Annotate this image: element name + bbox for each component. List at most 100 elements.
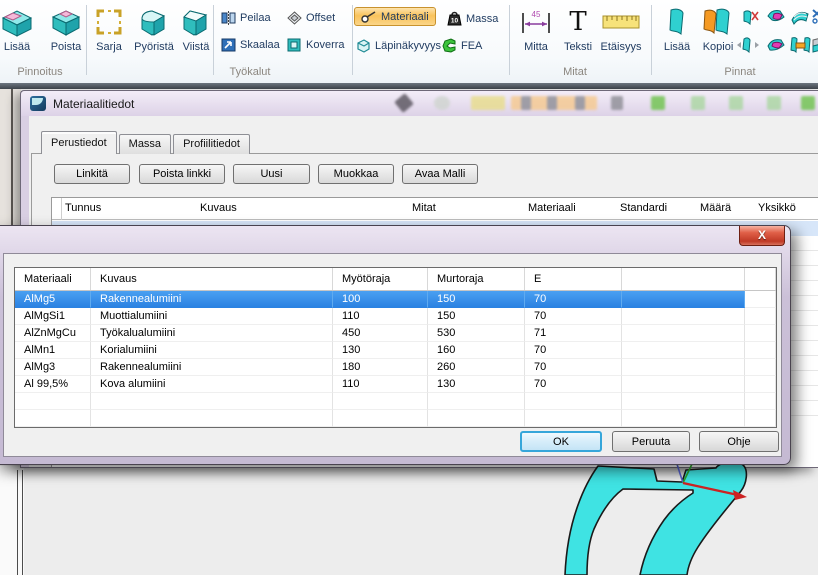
ribbon-button-surface-join[interactable] [790, 36, 812, 54]
ribbon-button-mitta[interactable]: 45 Mitta [516, 5, 556, 53]
column-header[interactable]: Kuvaus [91, 268, 333, 290]
material-row[interactable]: AlZnMgCuTyökalualumiini45053071 [15, 325, 776, 342]
poista-linkki-button[interactable]: Poista linkki [139, 164, 225, 184]
material-select-dialog: X MateriaaliKuvausMyötörajaMurtorajaEAlM… [0, 225, 791, 465]
ribbon-button-kopioi[interactable]: Kopioi [698, 5, 738, 53]
material-cell [622, 291, 745, 308]
row-selector-column [52, 198, 62, 220]
ribbon-button-koverra[interactable]: Koverra [287, 38, 345, 52]
tab-massa[interactable]: Massa [119, 134, 171, 154]
ribbon-button-skaalaa[interactable]: Skaalaa [221, 38, 280, 52]
ribbon-button-massa[interactable]: 10 Massa [447, 11, 498, 26]
tab-bar: Perustiedot Massa Profiilitiedot [41, 132, 252, 154]
column-header[interactable]: Standardi [620, 202, 667, 214]
ribbon-button-offset[interactable]: Offset [287, 11, 335, 25]
add-surface-icon [660, 5, 694, 39]
ribbon-button-lisaa-pinnat[interactable]: Lisää [660, 5, 694, 53]
column-header-blank[interactable] [745, 268, 776, 290]
ribbon-button-lisaa-pinnoitus[interactable]: Lisää [0, 5, 44, 53]
material-cell [91, 410, 333, 427]
ribbon-separator [651, 5, 652, 75]
ribbon-button-peilaa[interactable]: Peilaa [221, 11, 271, 25]
fillet-icon [131, 5, 177, 39]
material-cell: 260 [428, 359, 525, 376]
ribbon-button-pyorista[interactable]: Pyöristä [131, 5, 177, 53]
material-cell [745, 359, 776, 376]
tab-profiilitiedot[interactable]: Profiilitiedot [173, 134, 250, 154]
add-coating-icon [0, 5, 44, 39]
tab-perustiedot[interactable]: Perustiedot [41, 131, 117, 154]
material-row[interactable]: Al 99,5%Kova alumiini11013070 [15, 376, 776, 393]
cad-model-view[interactable] [540, 459, 818, 575]
peruuta-button[interactable]: Peruuta [612, 431, 690, 452]
uusi-button[interactable]: Uusi [233, 164, 310, 184]
material-row[interactable] [15, 393, 776, 410]
column-header[interactable]: E [525, 268, 622, 290]
ribbon-button-materiaali[interactable]: Materiaali [354, 7, 436, 26]
column-header[interactable]: Murtoraja [428, 268, 525, 290]
linkita-button[interactable]: Linkitä [54, 164, 130, 184]
column-header[interactable]: Materiaali [15, 268, 91, 290]
material-icon [361, 10, 377, 23]
material-table[interactable]: MateriaaliKuvausMyötörajaMurtorajaEAlMg5… [14, 267, 777, 428]
material-cell: 70 [525, 291, 622, 308]
column-header[interactable]: Myötöraja [333, 268, 428, 290]
svg-text:10: 10 [451, 18, 459, 25]
material-row[interactable]: AlMn1Korialumiini13016070 [15, 342, 776, 359]
column-header[interactable]: Yksikkö [758, 202, 796, 214]
table-header-row: Tunnus Kuvaus Mitat Materiaali Standardi Määr… [52, 198, 818, 220]
remove-coating-icon [44, 5, 88, 39]
column-header[interactable]: Mitat [412, 202, 436, 214]
ribbon-button-surface-delete[interactable] [742, 8, 760, 26]
material-cell [745, 393, 776, 410]
material-cell [91, 393, 333, 410]
ribbon-button-surface-offset[interactable] [812, 36, 818, 54]
avaa-malli-button[interactable]: Avaa Malli [402, 164, 478, 184]
column-header[interactable]: Tunnus [65, 202, 101, 214]
ribbon-button-surface-trim[interactable] [766, 8, 786, 26]
close-button[interactable]: X [739, 226, 785, 246]
material-cell: Muottialumiini [91, 308, 333, 325]
material-cell: 100 [333, 291, 428, 308]
ribbon-button-surface-blend[interactable] [790, 8, 810, 26]
ribbon-button-viista[interactable]: Viistä [177, 5, 215, 53]
ohje-button[interactable]: Ohje [699, 431, 779, 452]
chamfer-icon [177, 5, 215, 39]
background-window-edge [0, 466, 24, 575]
material-cell: AlMg5 [15, 291, 91, 308]
material-cell [525, 410, 622, 427]
ribbon-button-surface-cut[interactable] [812, 8, 818, 26]
ribbon: Lisää Poista Sarja [0, 0, 818, 83]
column-header[interactable]: Materiaali [528, 202, 576, 214]
ribbon-button-fea[interactable]: FEA [442, 38, 482, 53]
material-row[interactable]: AlMg5Rakennealumiini10015070 [15, 291, 776, 308]
column-header-blank[interactable] [622, 268, 745, 290]
ribbon-button-etaisyys[interactable]: Etäisyys [598, 5, 644, 53]
material-cell: Al 99,5% [15, 376, 91, 393]
column-header[interactable]: Määrä [700, 202, 731, 214]
material-cell [745, 291, 776, 308]
ribbon-button-surface-extend[interactable] [736, 36, 760, 54]
material-cell: 180 [333, 359, 428, 376]
material-row[interactable]: AlMgSi1Muottialumiini11015070 [15, 308, 776, 325]
material-row[interactable] [15, 410, 776, 427]
column-header[interactable]: Kuvaus [200, 202, 237, 214]
muokkaa-button[interactable]: Muokkaa [318, 164, 394, 184]
surface-delete-icon [742, 8, 760, 26]
material-row[interactable]: AlMg3Rakennealumiini18026070 [15, 359, 776, 376]
material-cell [745, 325, 776, 342]
materiaalitiedot-titlebar[interactable]: Materiaalitiedot [21, 91, 818, 116]
shell-icon [287, 38, 302, 52]
ribbon-button-teksti[interactable]: T Teksti [558, 5, 598, 53]
material-cell: Rakennealumiini [91, 359, 333, 376]
transparency-icon [356, 38, 371, 53]
ribbon-button-poista[interactable]: Poista [44, 5, 88, 53]
ribbon-button-lapinakyvyys[interactable]: Läpinäkyvyys [356, 38, 441, 53]
material-cell [428, 393, 525, 410]
material-cell: 71 [525, 325, 622, 342]
ok-button[interactable]: OK [520, 431, 602, 452]
material-cell: Rakennealumiini [91, 291, 333, 308]
ribbon-button-surface-fillet[interactable] [766, 36, 786, 54]
material-cell: AlMgSi1 [15, 308, 91, 325]
ribbon-button-sarja[interactable]: Sarja [88, 5, 130, 53]
